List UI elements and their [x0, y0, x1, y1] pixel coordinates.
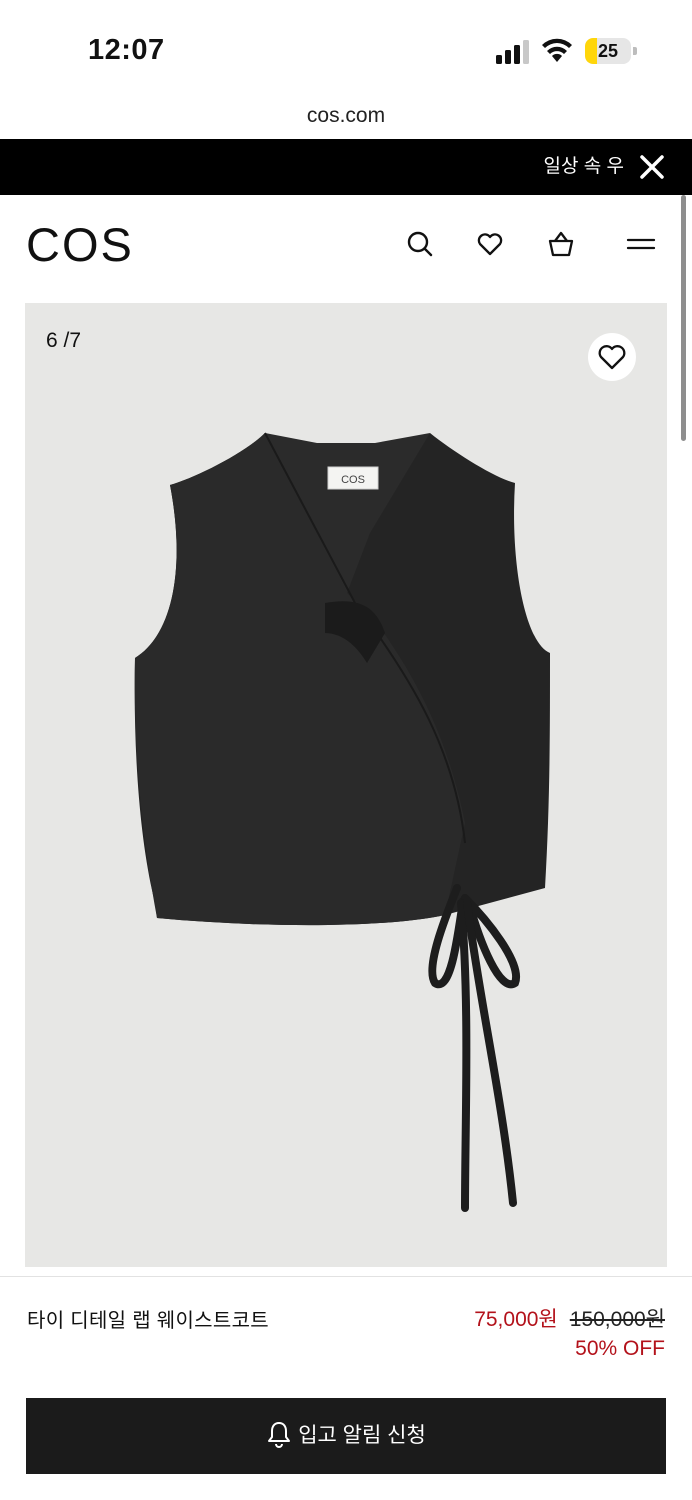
- status-bar: 12:07 25: [0, 0, 692, 100]
- menu-icon[interactable]: [626, 229, 656, 259]
- product-name: 타이 디테일 랩 웨이스트코트: [27, 1310, 269, 1332]
- url-bar[interactable]: cos.com: [0, 100, 692, 138]
- announcement-bar: 일상 속 우: [0, 139, 692, 195]
- product-image[interactable]: COS 6 /7: [25, 303, 667, 1267]
- battery-body: 25: [585, 38, 631, 64]
- status-time: 12:07: [88, 34, 165, 66]
- sale-price: 75,000원: [474, 1308, 558, 1331]
- garment-label-text: COS: [341, 474, 365, 486]
- cos-logo[interactable]: COS: [26, 217, 134, 272]
- battery-percent: 25: [597, 41, 619, 61]
- divider: [0, 1276, 692, 1277]
- heart-icon[interactable]: [475, 229, 505, 259]
- site-header: COS: [0, 195, 692, 295]
- discount-badge: 50% OFF: [575, 1337, 665, 1360]
- wishlist-button[interactable]: [588, 333, 636, 381]
- battery-cap: [633, 47, 637, 55]
- signal-icon: [496, 40, 529, 64]
- search-icon[interactable]: [405, 229, 435, 259]
- restock-notify-label: 입고 알림 신청: [298, 1424, 426, 1447]
- battery-icon: 25: [585, 38, 637, 64]
- price-row: 75,000원 150,000원: [474, 1303, 665, 1333]
- image-counter: 6 /7: [46, 329, 82, 352]
- announcement-text[interactable]: 일상 속 우: [534, 139, 624, 195]
- app-root: 12:07 25 cos.com 일상 속 우 COS COS 6 /7 타이 …: [0, 0, 692, 1500]
- vest-illustration: COS: [134, 432, 550, 1212]
- wifi-icon: [542, 38, 572, 62]
- original-price: 150,000원: [569, 1308, 665, 1331]
- restock-notify-button[interactable]: 입고 알림 신청: [26, 1398, 666, 1474]
- close-icon[interactable]: [636, 151, 668, 183]
- heart-icon: [598, 345, 626, 370]
- bag-icon[interactable]: [546, 229, 576, 259]
- bell-icon: [268, 1422, 291, 1449]
- scrollbar-thumb[interactable]: [681, 195, 686, 441]
